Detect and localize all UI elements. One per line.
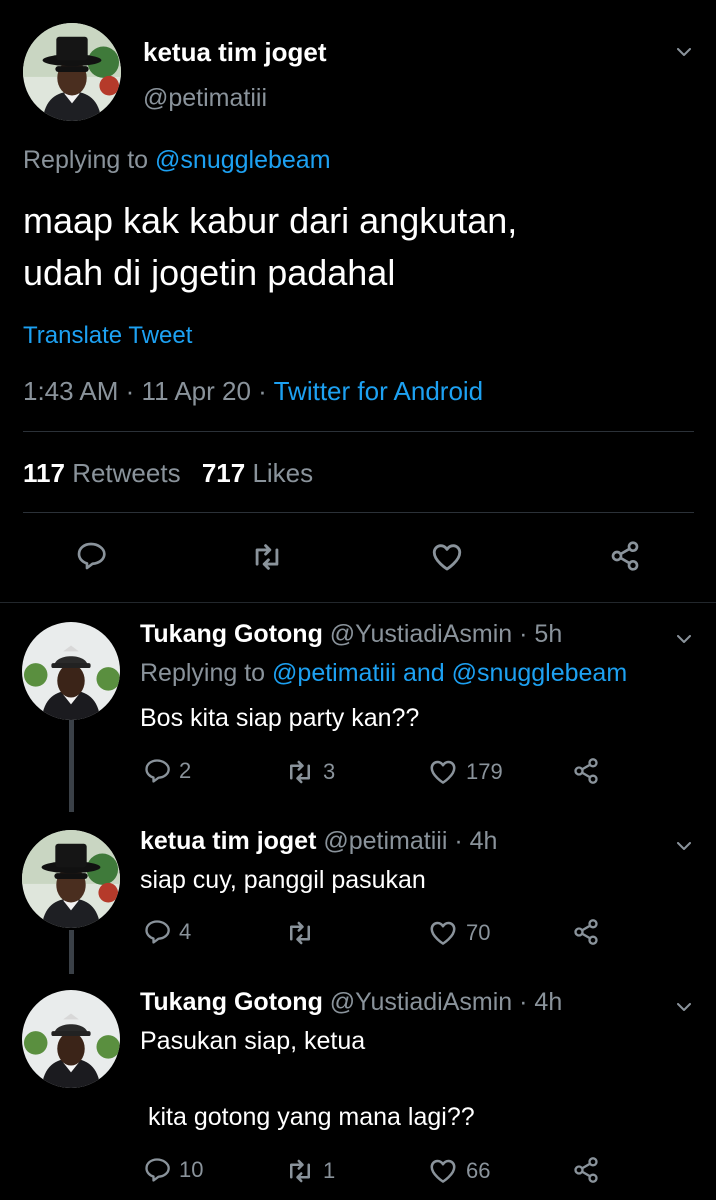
reply-button[interactable] (75, 540, 107, 572)
tweet-source-link[interactable]: Twitter for Android (274, 376, 484, 406)
retweet-icon (285, 1156, 315, 1186)
timestamp: · 4h (519, 988, 563, 1016)
display-name[interactable]: Tukang Gotong (140, 988, 323, 1016)
share-button[interactable] (609, 540, 641, 572)
tweet-meta: 1:43 AM · 11 Apr 20 · Twitter for Androi… (23, 376, 483, 407)
like-button[interactable]: 70 (428, 918, 490, 948)
retweet-button[interactable] (250, 540, 284, 574)
handle[interactable]: @YustiadiAsmin (330, 620, 512, 648)
heart-icon (428, 1156, 458, 1186)
avatar[interactable] (22, 830, 120, 928)
likes-stat[interactable]: 717 Likes (202, 458, 313, 488)
retweets-stat[interactable]: 117 Retweets (23, 458, 188, 488)
reply-count: 2 (179, 758, 192, 783)
reply-text: siap cuy, panggil pasukan (140, 866, 426, 894)
tweet-text-line: udah di jogetin padahal (23, 252, 396, 293)
chevron-down-icon[interactable] (677, 44, 691, 62)
reply-button[interactable]: 10 (143, 1156, 203, 1184)
avatar[interactable] (22, 622, 120, 720)
replying-to: Replying to @petimatiii and @snugglebeam (140, 659, 627, 688)
avatar[interactable] (23, 23, 121, 121)
reply-button[interactable]: 2 (143, 757, 191, 785)
reply-header: ketua tim joget @petimatiii · 4h (140, 827, 497, 856)
chevron-down-icon[interactable] (677, 838, 691, 856)
replying-handle-link[interactable]: @snugglebeam (155, 146, 331, 174)
share-button[interactable] (572, 1156, 600, 1184)
reply-header: Tukang Gotong @YustiadiAsmin · 5h (140, 620, 562, 649)
retweets-count: 117 (23, 458, 65, 488)
share-icon (572, 1156, 600, 1184)
retweets-label: Retweets (72, 458, 181, 488)
share-icon (572, 918, 600, 946)
replying-prefix: Replying to (140, 659, 266, 687)
retweet-count: 1 (323, 1158, 336, 1183)
share-button[interactable] (572, 757, 600, 785)
reply-text-line: kita gotong yang mana lagi?? (148, 1103, 475, 1131)
tweet-time: 1:43 AM (23, 376, 119, 406)
like-count: 70 (466, 920, 491, 945)
like-button[interactable] (430, 540, 464, 574)
display-name[interactable]: ketua tim joget (143, 37, 326, 68)
chevron-down-icon[interactable] (677, 999, 691, 1017)
heart-icon (428, 918, 458, 948)
meta-separator: · (125, 376, 135, 406)
reply-button[interactable]: 4 (143, 918, 191, 946)
timestamp: · 4h (454, 827, 498, 855)
reply-icon (75, 540, 107, 572)
reply-text-line: Pasukan siap, ketua (140, 1027, 366, 1055)
handle[interactable]: @petimatiii (323, 827, 447, 855)
like-button[interactable]: 66 (428, 1156, 490, 1186)
tweet-text: maap kak kabur dari angkutan, udah di jo… (23, 195, 517, 299)
meta-separator: · (258, 376, 267, 406)
handle[interactable]: @petimatiii (143, 84, 267, 113)
like-button[interactable]: 179 (428, 757, 503, 787)
like-count: 66 (466, 1158, 491, 1183)
like-count: 179 (466, 759, 503, 784)
reply-text: Bos kita siap party kan?? (140, 704, 420, 732)
thread-line (69, 718, 74, 812)
tweet-stats: 117 Retweets 717 Likes (23, 458, 313, 489)
divider (23, 512, 694, 513)
avatar[interactable] (22, 990, 120, 1088)
section-divider (0, 602, 716, 603)
display-name[interactable]: ketua tim joget (140, 827, 316, 855)
likes-label: Likes (252, 458, 314, 488)
replying-prefix: Replying to (23, 146, 149, 174)
share-icon (572, 757, 600, 785)
retweet-button[interactable] (285, 918, 323, 948)
display-name[interactable]: Tukang Gotong (140, 620, 323, 648)
retweet-icon (285, 757, 315, 787)
tweet-date: 11 Apr 20 (141, 376, 251, 406)
reply-count: 10 (179, 1157, 204, 1182)
handle[interactable]: @YustiadiAsmin (330, 988, 512, 1016)
reply-icon (143, 918, 171, 946)
heart-icon (430, 540, 464, 574)
translate-tweet-link[interactable]: Translate Tweet (23, 322, 192, 350)
heart-icon (428, 757, 458, 787)
replying-to: Replying to @snugglebeam (23, 146, 331, 175)
retweet-button[interactable]: 3 (285, 757, 335, 787)
share-button[interactable] (572, 918, 600, 946)
tweet-text-line: maap kak kabur dari angkutan, (23, 200, 518, 241)
replying-handle-link[interactable]: @petimatiii and @snugglebeam (272, 659, 627, 687)
reply-header: Tukang Gotong @YustiadiAsmin · 4h (140, 988, 562, 1017)
thread-line (69, 930, 74, 974)
retweet-button[interactable]: 1 (285, 1156, 335, 1186)
reply-icon (143, 757, 171, 785)
chevron-down-icon[interactable] (677, 631, 691, 649)
share-icon (609, 540, 641, 572)
reply-count: 4 (179, 919, 192, 944)
timestamp: · 5h (519, 620, 563, 648)
retweet-icon (250, 540, 284, 574)
divider (23, 431, 694, 432)
retweet-count: 3 (323, 759, 336, 784)
reply-icon (143, 1156, 171, 1184)
retweet-icon (285, 918, 315, 948)
likes-count: 717 (201, 458, 246, 488)
